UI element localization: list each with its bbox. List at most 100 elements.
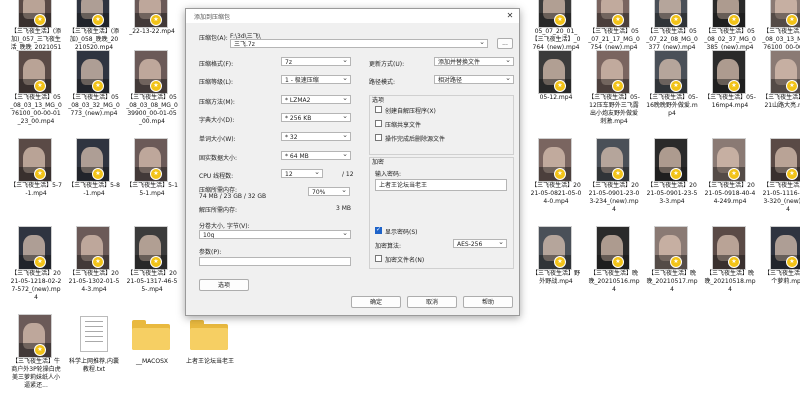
dialog-titlebar[interactable]: 添加到压缩包 ✕	[186, 9, 519, 23]
archive-label: 压缩包(A):	[199, 35, 228, 42]
split-label: 分卷大小, 字节(V):	[199, 223, 250, 230]
play-badge-icon: ★	[92, 168, 104, 180]
video-file-item[interactable]: ★ 【三飞夜生活】晚晚_20210518.mp4	[704, 226, 756, 293]
video-file-item[interactable]: ★ 【三飞夜生活】05-16晚晚野外做爱.mp4	[646, 50, 698, 117]
show-password-checkbox[interactable]	[375, 226, 382, 234]
video-file-item[interactable]: ★ 【三飞夜生活】三个萝莉.mp4	[762, 226, 800, 290]
add-to-archive-dialog: 添加到压缩包 ✕ 压缩包(A): F:\3d\三飞\ 三飞.7z ... 压缩格…	[185, 8, 520, 316]
play-badge-icon: ★	[34, 168, 46, 180]
play-badge-icon: ★	[92, 14, 104, 26]
encrypt-names-checkbox[interactable]	[375, 255, 382, 262]
solid-select[interactable]: * 64 MB	[281, 151, 351, 160]
video-file-item[interactable]: ★ 【三飞夜生活】05-21山路大亮.mp4	[762, 50, 800, 114]
video-file-item[interactable]: ★【三飞夜生活】(添加)_057_三飞夜生活_晚晚_20210518.mp4	[10, 0, 62, 59]
video-file-item[interactable]: ★ 【三飞夜生活】5-15-1.mp4	[126, 138, 178, 202]
help-button[interactable]: 帮助	[463, 296, 513, 308]
video-file-item[interactable]: ★ 【三飞夜生活】2021-05-1116-37-23-320_(new).mp4	[762, 138, 800, 213]
file-name: 上者王论坛当老王	[185, 358, 234, 365]
video-file-item[interactable]: ★ 【三飞夜生活】牛商户外3P轮操白虎美三萝莉妹纸人小逼紧还...	[10, 314, 62, 389]
video-file-item[interactable]: ★ 【三飞夜生活】05_08_03_08_MG_039900_00-01-05_0…	[126, 50, 178, 125]
play-badge-icon: ★	[670, 168, 682, 180]
play-badge-icon: ★	[92, 256, 104, 268]
enc-method-select[interactable]: AES-256	[453, 239, 507, 248]
video-file-item[interactable]: ★ 【三飞夜生活】05_08_02_37_MG_0385_(new).mp4	[704, 0, 756, 51]
options-button[interactable]: 选项	[199, 279, 249, 291]
video-file-item[interactable]: ★ 【三飞夜生活】05-16mp4.mp4	[704, 50, 756, 114]
file-name: __MACOSX	[135, 358, 168, 365]
file-name: 科学上网推荐,内囊教程.txt	[69, 358, 119, 373]
video-file-item[interactable]: ★ 05_07_20_01_【三飞夜生活】_0764_(new).mp4	[530, 0, 582, 51]
close-icon[interactable]: ✕	[505, 11, 515, 21]
cancel-button[interactable]: 取消	[407, 296, 457, 308]
browse-button[interactable]: ...	[497, 38, 513, 49]
file-name: 【三飞夜生活】牛商户外3P轮操白虎美三萝莉妹纸人小逼紧还...	[11, 358, 61, 389]
dialog-title: 添加到压缩包	[194, 14, 231, 21]
video-file-item[interactable]: ★ 【三飞夜生活】2021-05-0901-23-03-234_(new).mp4	[588, 138, 640, 213]
video-file-item[interactable]: ★ 【三飞夜生活】2021-05-1302-01-54-3.mp4	[68, 226, 120, 293]
text-file-icon	[80, 316, 108, 352]
video-file-item[interactable]: ★ _22-13-22.mp4	[126, 0, 178, 48]
video-file-item[interactable]: ★ 05-12.mp4	[530, 50, 582, 114]
video-file-item[interactable]: ★ 【三飞夜生活】5-8-1.mp4	[68, 138, 120, 202]
password-input[interactable]: 上者王论坛当老王	[375, 179, 507, 191]
file-name: 【三飞夜生活】05-16晚晚野外做爱.mp4	[646, 94, 698, 117]
word-label: 单词大小(W):	[199, 136, 236, 143]
video-file-item[interactable]: ★ 【三飞夜生活】晚晚_20210517.mp4	[646, 226, 698, 293]
file-name: 【三飞夜生活】2021-05-0918-40-44-249.mp4	[704, 182, 756, 205]
video-file-item[interactable]: ★ 【三飞夜生活】05_07_21_17_MG_0754_(new).mp4	[588, 0, 640, 51]
video-file-item[interactable]: ★ 【三飞夜生活】05_08_03_32_MG_0773_(new).mp4	[68, 50, 120, 117]
file-name: 【三飞夜生活】05_08_02_37_MG_0385_(new).mp4	[704, 28, 756, 51]
play-badge-icon: ★	[554, 168, 566, 180]
video-file-item[interactable]: ★【三飞夜生活】05_08_03_13_MG_076100_00-00-40_0…	[762, 0, 800, 59]
archive-name-field[interactable]: 三飞.7z	[230, 39, 488, 48]
play-badge-icon: ★	[34, 14, 46, 26]
video-file-item[interactable]: ★ 【三飞夜生活】05-12压车野外三飞露出小炮友野外做爱刺激.mp4	[588, 50, 640, 125]
method-select[interactable]: * LZMA2	[281, 95, 351, 104]
video-file-item[interactable]: ★ 【三飞夜生活】晚晚_20210516.mp4	[588, 226, 640, 293]
play-badge-icon: ★	[786, 256, 798, 268]
folder-item[interactable]: __MACOSX	[126, 314, 178, 378]
shared-label: 压缩共享文件	[385, 122, 422, 129]
level-select[interactable]: 1 - 极速压缩	[281, 75, 351, 84]
play-badge-icon: ★	[728, 168, 740, 180]
play-badge-icon: ★	[786, 80, 798, 92]
pathmode-label: 路径模式:	[369, 79, 396, 86]
video-file-item[interactable]: ★ 【三飞夜生活】野外野战.mp4	[530, 226, 582, 290]
file-name: 【三飞夜生活】2021-05-1116-37-23-320_(new).mp4	[762, 182, 800, 213]
ok-button[interactable]: 确定	[351, 296, 401, 308]
video-file-item[interactable]: ★ 【三飞夜生活】05_07_22_08_MG_0377_(new).mp4	[646, 0, 698, 51]
cpu-max: / 12	[342, 171, 354, 178]
format-select[interactable]: 7z	[281, 57, 351, 66]
cpu-select[interactable]: 12	[281, 169, 323, 178]
file-name: 【三飞夜生活】2021-05-0901-23-53-3.mp4	[646, 182, 698, 205]
video-file-item[interactable]: ★ 【三飞夜生活】5-7-1.mp4	[10, 138, 62, 202]
word-select[interactable]: * 32	[281, 132, 351, 141]
sfx-checkbox[interactable]	[375, 106, 382, 113]
video-file-item[interactable]: ★ 【三飞夜生活】05_08_03_13_MG_076100_00-00-01_2…	[10, 50, 62, 125]
folder-item[interactable]: 上者王论坛当老王	[184, 314, 236, 378]
video-file-item[interactable]: ★ 【三飞夜生活】2021-05-0901-23-53-3.mp4	[646, 138, 698, 205]
mem-percent-select[interactable]: 70%	[308, 187, 350, 196]
play-badge-icon: ★	[670, 256, 682, 268]
pathmode-select[interactable]: 相对路径	[434, 75, 514, 84]
file-name: 【三飞夜生活】(添加)_058_晚晚_20210520.mp4	[68, 28, 120, 51]
play-badge-icon: ★	[728, 80, 740, 92]
play-badge-icon: ★	[34, 256, 46, 268]
dict-select[interactable]: * 256 KB	[281, 113, 351, 122]
method-label: 压缩方法(M):	[199, 99, 235, 106]
delete-checkbox[interactable]	[375, 134, 382, 141]
video-file-item[interactable]: ★ 【三飞夜生活】2021-05-1317-46-55-.mp4	[126, 226, 178, 293]
text-file-item[interactable]: 科学上网推荐,内囊教程.txt	[68, 314, 120, 378]
play-badge-icon: ★	[612, 14, 624, 26]
solid-label: 固实数据大小:	[199, 155, 238, 162]
params-input[interactable]	[199, 257, 351, 266]
video-file-item[interactable]: ★ 【三飞夜生活】2021-05-0821-05-04-0.mp4	[530, 138, 582, 205]
split-select[interactable]: 10g	[199, 230, 351, 239]
video-file-item[interactable]: ★ 【三飞夜生活】(添加)_058_晚晚_20210520.mp4	[68, 0, 120, 51]
video-file-item[interactable]: ★ 【三飞夜生活】2021-05-0918-40-44-249.mp4	[704, 138, 756, 205]
file-name: 【三飞夜生活】2021-05-0901-23-03-234_(new).mp4	[588, 182, 640, 213]
shared-checkbox[interactable]	[375, 120, 382, 127]
update-select[interactable]: 添加并替换文件	[434, 57, 514, 66]
video-file-item[interactable]: ★ 【三飞夜生活】2021-05-1218-02-27-572_(new).mp4	[10, 226, 62, 301]
file-name: 【三飞夜生活】2021-05-0821-05-04-0.mp4	[530, 182, 582, 205]
